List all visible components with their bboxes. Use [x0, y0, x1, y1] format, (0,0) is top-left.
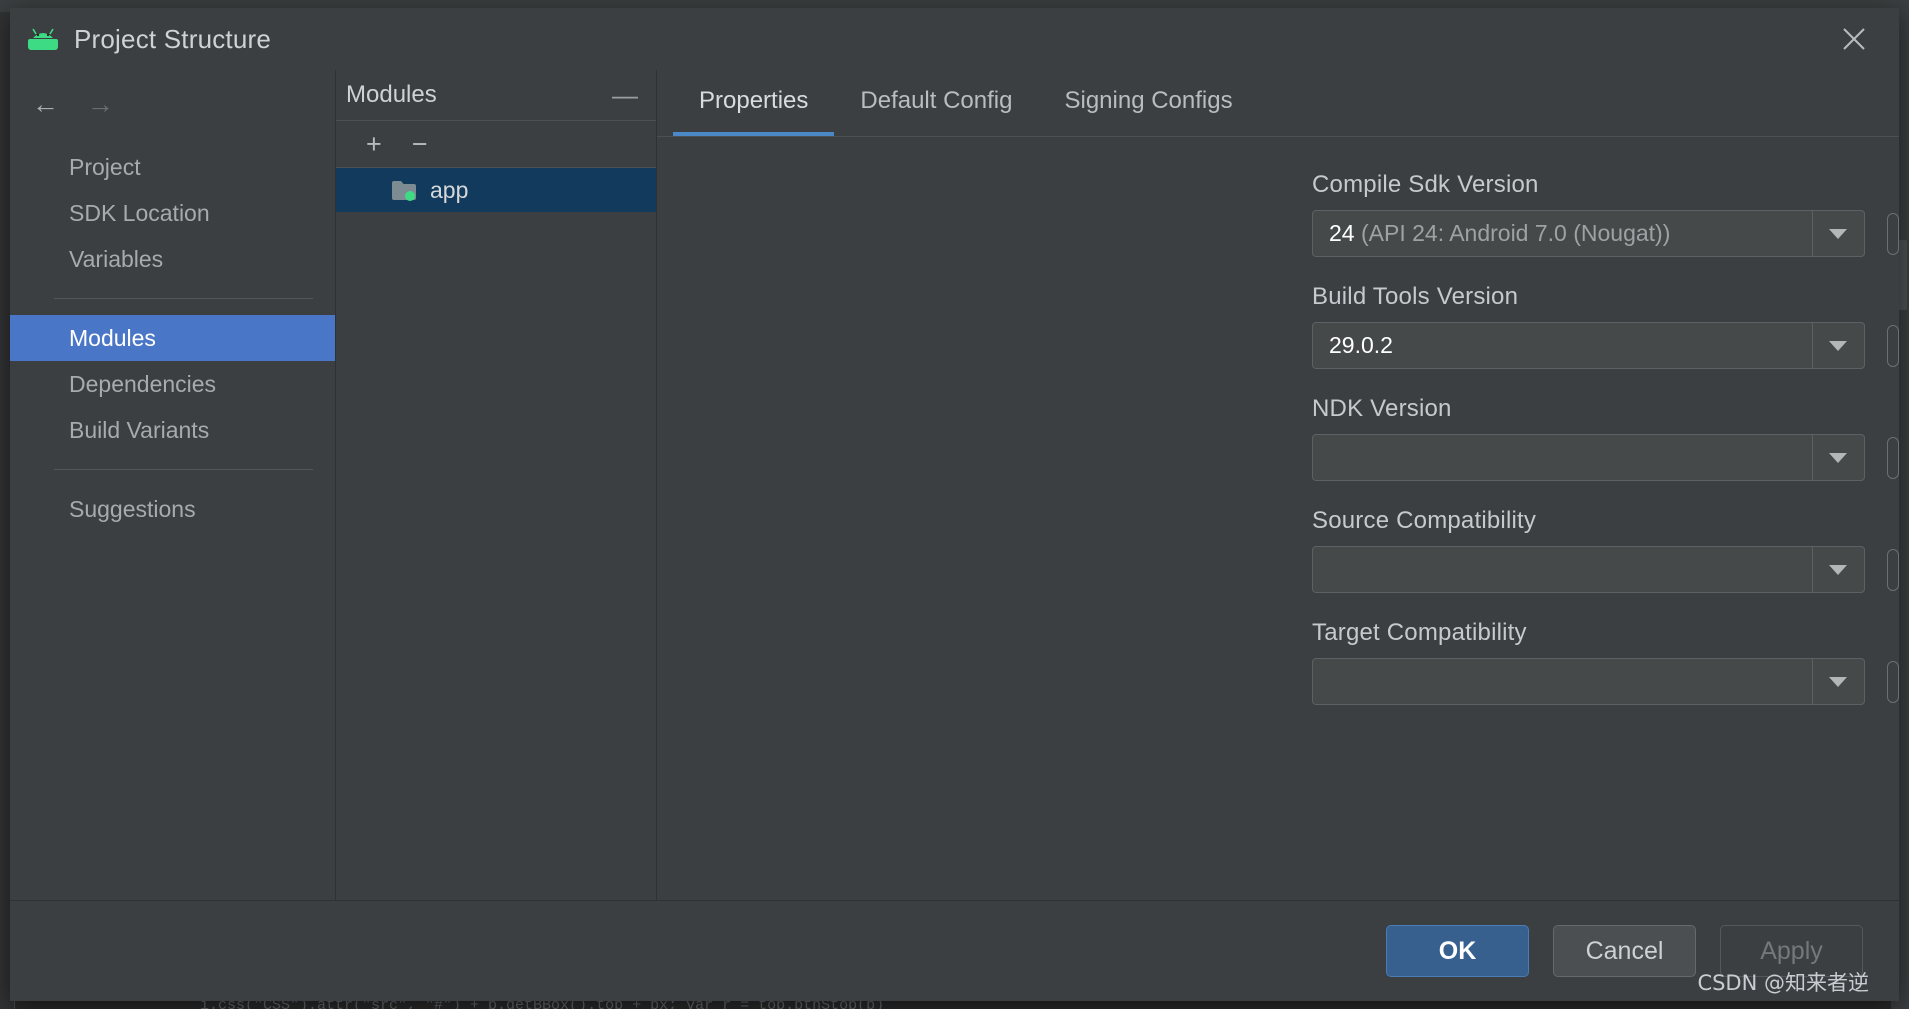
tab-signing-configs[interactable]: Signing Configs [1038, 70, 1258, 136]
combobox-value-main: 29.0.2 [1329, 332, 1393, 358]
apply-button-label: Apply [1760, 937, 1823, 966]
dialog-titlebar: Project Structure [10, 8, 1899, 70]
target-compatibility-combobox[interactable] [1312, 658, 1865, 705]
cancel-button-label: Cancel [1586, 937, 1664, 966]
sidebar-item-build-variants[interactable]: Build Variants [10, 407, 335, 453]
sidebar-item-dependencies[interactable]: Dependencies [10, 361, 335, 407]
variable-binding-icon[interactable] [1887, 213, 1899, 255]
dialog-title: Project Structure [74, 24, 271, 55]
main-panel: Properties Default Config Signing Config… [657, 70, 1899, 900]
back-arrow-icon[interactable]: ← [32, 91, 59, 118]
chevron-down-icon[interactable] [1812, 435, 1864, 480]
dialog-footer: OK Cancel Apply CSDN @知来者逆 [10, 900, 1899, 1001]
modules-title: Modules [346, 81, 437, 109]
combobox-value-main: 24 [1329, 220, 1355, 246]
field-row: 24 (API 24: Android 7.0 (Nougat)) [1312, 210, 1899, 257]
sidebar-divider-2 [54, 469, 313, 470]
dialog-body: ← → Project SDK Location Variables Modul… [10, 70, 1899, 900]
tab-label: Signing Configs [1064, 87, 1232, 115]
sidebar-item-label: Dependencies [69, 371, 216, 398]
source-compatibility-combobox[interactable] [1312, 546, 1865, 593]
build-tools-version-combobox[interactable]: 29.0.2 [1312, 322, 1865, 369]
tab-bar: Properties Default Config Signing Config… [657, 70, 1899, 137]
field-ndk-version: NDK Version [657, 395, 1899, 481]
ok-button[interactable]: OK [1386, 925, 1529, 977]
ndk-version-combobox[interactable] [1312, 434, 1865, 481]
variable-binding-icon[interactable] [1887, 549, 1899, 591]
field-target-compatibility: Target Compatibility [657, 619, 1899, 705]
variable-binding-icon[interactable] [1887, 661, 1899, 703]
cancel-button[interactable]: Cancel [1553, 925, 1696, 977]
field-label: Build Tools Version [1312, 283, 1899, 311]
nav-history-controls: ← → [10, 82, 335, 126]
sidebar-item-label: Suggestions [69, 496, 196, 523]
sidebar-item-suggestions[interactable]: Suggestions [10, 486, 335, 532]
forward-arrow-icon[interactable]: → [87, 91, 114, 118]
field-row [1312, 434, 1899, 481]
sidebar-item-label: Build Variants [69, 417, 209, 444]
combobox-value-suffix: (API 24: Android 7.0 (Nougat)) [1355, 220, 1671, 246]
chevron-down-icon[interactable] [1812, 211, 1864, 256]
combobox-value[interactable]: 29.0.2 [1313, 332, 1812, 359]
apply-button: Apply [1720, 925, 1863, 977]
variable-binding-icon[interactable] [1887, 437, 1899, 479]
modules-toolbar: + − [336, 121, 656, 168]
field-label: Target Compatibility [1312, 619, 1899, 647]
tab-properties[interactable]: Properties [673, 70, 834, 136]
collapse-panel-icon[interactable]: — [612, 82, 638, 108]
sidebar-item-sdk-location[interactable]: SDK Location [10, 190, 335, 236]
tab-label: Default Config [860, 87, 1012, 115]
combobox-value[interactable]: 24 (API 24: Android 7.0 (Nougat)) [1313, 220, 1812, 247]
sidebar-item-project[interactable]: Project [10, 144, 335, 190]
field-label: NDK Version [1312, 395, 1899, 423]
sidebar-item-label: Variables [69, 246, 163, 273]
modules-panel: Modules — + − app [336, 70, 657, 900]
field-row [1312, 546, 1899, 593]
field-compile-sdk-version: Compile Sdk Version 24 (API 24: Android … [657, 171, 1899, 257]
sidebar-divider-1 [54, 298, 313, 299]
field-label: Compile Sdk Version [1312, 171, 1899, 199]
folder-icon [391, 180, 417, 201]
tab-default-config[interactable]: Default Config [834, 70, 1038, 136]
project-structure-dialog: Project Structure ← → Project SDK Locati… [10, 8, 1899, 1001]
field-label: Source Compatibility [1312, 507, 1899, 535]
field-row: 29.0.2 [1312, 322, 1899, 369]
sidebar-nav: ← → Project SDK Location Variables Modul… [10, 70, 336, 900]
chevron-down-icon[interactable] [1812, 547, 1864, 592]
compile-sdk-version-combobox[interactable]: 24 (API 24: Android 7.0 (Nougat)) [1312, 210, 1865, 257]
module-list-item-app[interactable]: app [336, 168, 656, 212]
sidebar-item-label: Project [69, 154, 141, 181]
ok-button-label: OK [1439, 937, 1477, 966]
field-row [1312, 658, 1899, 705]
android-robot-icon [26, 27, 60, 51]
sidebar-item-modules[interactable]: Modules [10, 315, 335, 361]
tab-label: Properties [699, 87, 808, 115]
close-icon[interactable] [1831, 16, 1877, 62]
add-module-button[interactable]: + [366, 131, 382, 158]
field-build-tools-version: Build Tools Version 29.0.2 [657, 283, 1899, 369]
remove-module-button[interactable]: − [412, 131, 428, 158]
field-source-compatibility: Source Compatibility [657, 507, 1899, 593]
sidebar-item-label: SDK Location [69, 200, 210, 227]
module-label: app [430, 177, 468, 204]
chevron-down-icon[interactable] [1812, 323, 1864, 368]
properties-form: Compile Sdk Version 24 (API 24: Android … [657, 137, 1899, 900]
chevron-down-icon[interactable] [1812, 659, 1864, 704]
sidebar-item-label: Modules [69, 325, 156, 352]
variable-binding-icon[interactable] [1887, 325, 1899, 367]
modules-panel-header: Modules — [336, 70, 656, 121]
sidebar-item-variables[interactable]: Variables [10, 236, 335, 282]
